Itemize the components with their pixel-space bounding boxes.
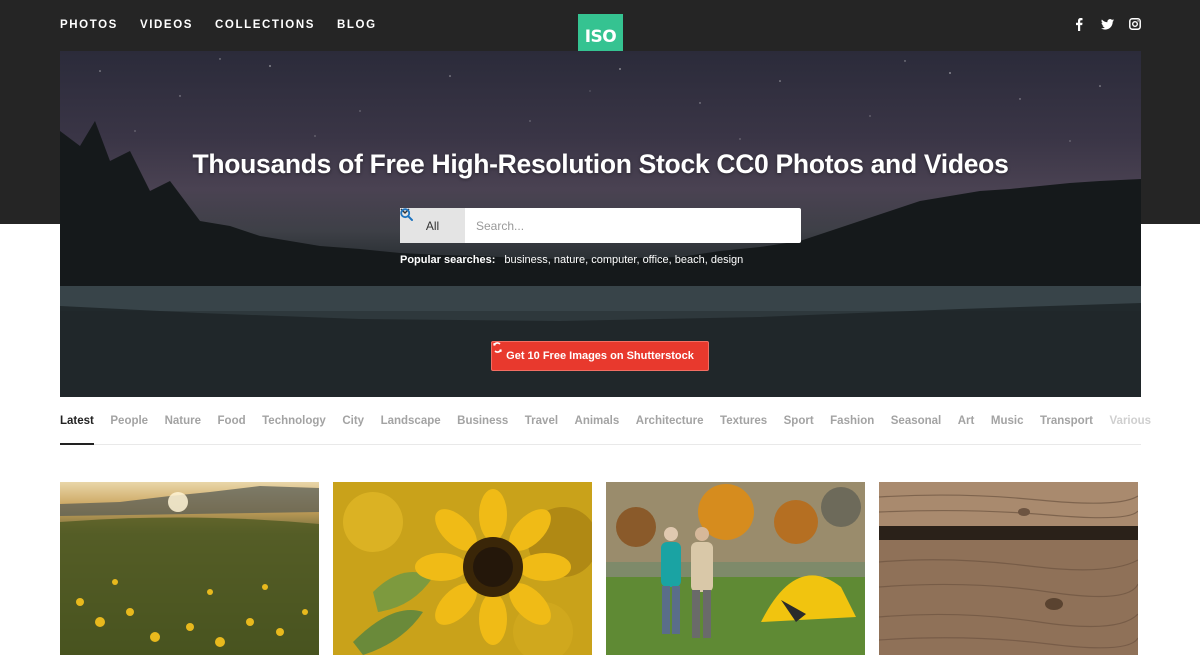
- hero-title: Thousands of Free High-Resolution Stock …: [192, 149, 1009, 179]
- tab-architecture[interactable]: Architecture: [636, 414, 704, 445]
- social-links: [1072, 17, 1142, 31]
- tab-fashion[interactable]: Fashion: [830, 414, 874, 445]
- tab-transport[interactable]: Transport: [1040, 414, 1093, 445]
- popular-searches-terms[interactable]: business, nature, computer, office, beac…: [504, 254, 743, 266]
- nav-photos[interactable]: PHOTOS: [60, 18, 118, 32]
- photo-thumbnail-wood-texture[interactable]: [879, 482, 1138, 655]
- twitter-icon[interactable]: [1100, 17, 1114, 31]
- facebook-icon[interactable]: [1072, 17, 1086, 31]
- tab-seasonal[interactable]: Seasonal: [891, 414, 942, 445]
- main-nav: PHOTOS VIDEOS COLLECTIONS BLOG: [60, 18, 399, 32]
- photo-grid: [60, 482, 1141, 655]
- tab-landscape[interactable]: Landscape: [381, 414, 441, 445]
- search-bar: All: [400, 208, 801, 243]
- tab-art[interactable]: Art: [958, 414, 975, 445]
- photo-thumbnail-sunflower[interactable]: [333, 482, 592, 655]
- nav-videos[interactable]: VIDEOS: [140, 18, 193, 32]
- tab-various[interactable]: Various: [1110, 414, 1152, 445]
- photo-thumbnail-hikers-tent[interactable]: [606, 482, 865, 655]
- instagram-icon[interactable]: [1128, 17, 1142, 31]
- popular-searches: Popular searches: business, nature, comp…: [400, 254, 743, 266]
- search-button[interactable]: [400, 208, 801, 243]
- tab-people[interactable]: People: [110, 414, 148, 445]
- tab-city[interactable]: City: [342, 414, 364, 445]
- tab-nature[interactable]: Nature: [165, 414, 201, 445]
- tab-music[interactable]: Music: [991, 414, 1024, 445]
- tab-travel[interactable]: Travel: [525, 414, 558, 445]
- search-category-value: All: [425, 218, 440, 233]
- nav-collections[interactable]: COLLECTIONS: [215, 18, 315, 32]
- hero-banner: Thousands of Free High-Resolution Stock …: [60, 51, 1141, 397]
- tab-technology[interactable]: Technology: [262, 414, 326, 445]
- nav-blog[interactable]: BLOG: [337, 18, 377, 32]
- tab-textures[interactable]: Textures: [720, 414, 767, 445]
- popular-searches-label: Popular searches:: [400, 254, 496, 266]
- tab-animals[interactable]: Animals: [575, 414, 620, 445]
- search-icon: [400, 208, 413, 221]
- tab-food[interactable]: Food: [218, 414, 246, 445]
- category-tabs: Latest People Nature Food Technology Cit…: [60, 414, 1151, 445]
- search-input[interactable]: [465, 208, 753, 243]
- tab-latest[interactable]: Latest: [60, 414, 94, 445]
- shutterstock-cta-button[interactable]: Get 10 Free Images on Shutterstock: [491, 341, 709, 371]
- tab-sport[interactable]: Sport: [784, 414, 814, 445]
- tab-business[interactable]: Business: [457, 414, 508, 445]
- cta-label: Get 10 Free Images on Shutterstock: [506, 350, 694, 362]
- photo-thumbnail-meadow[interactable]: [60, 482, 319, 655]
- shutterstock-logo-icon: [493, 342, 502, 353]
